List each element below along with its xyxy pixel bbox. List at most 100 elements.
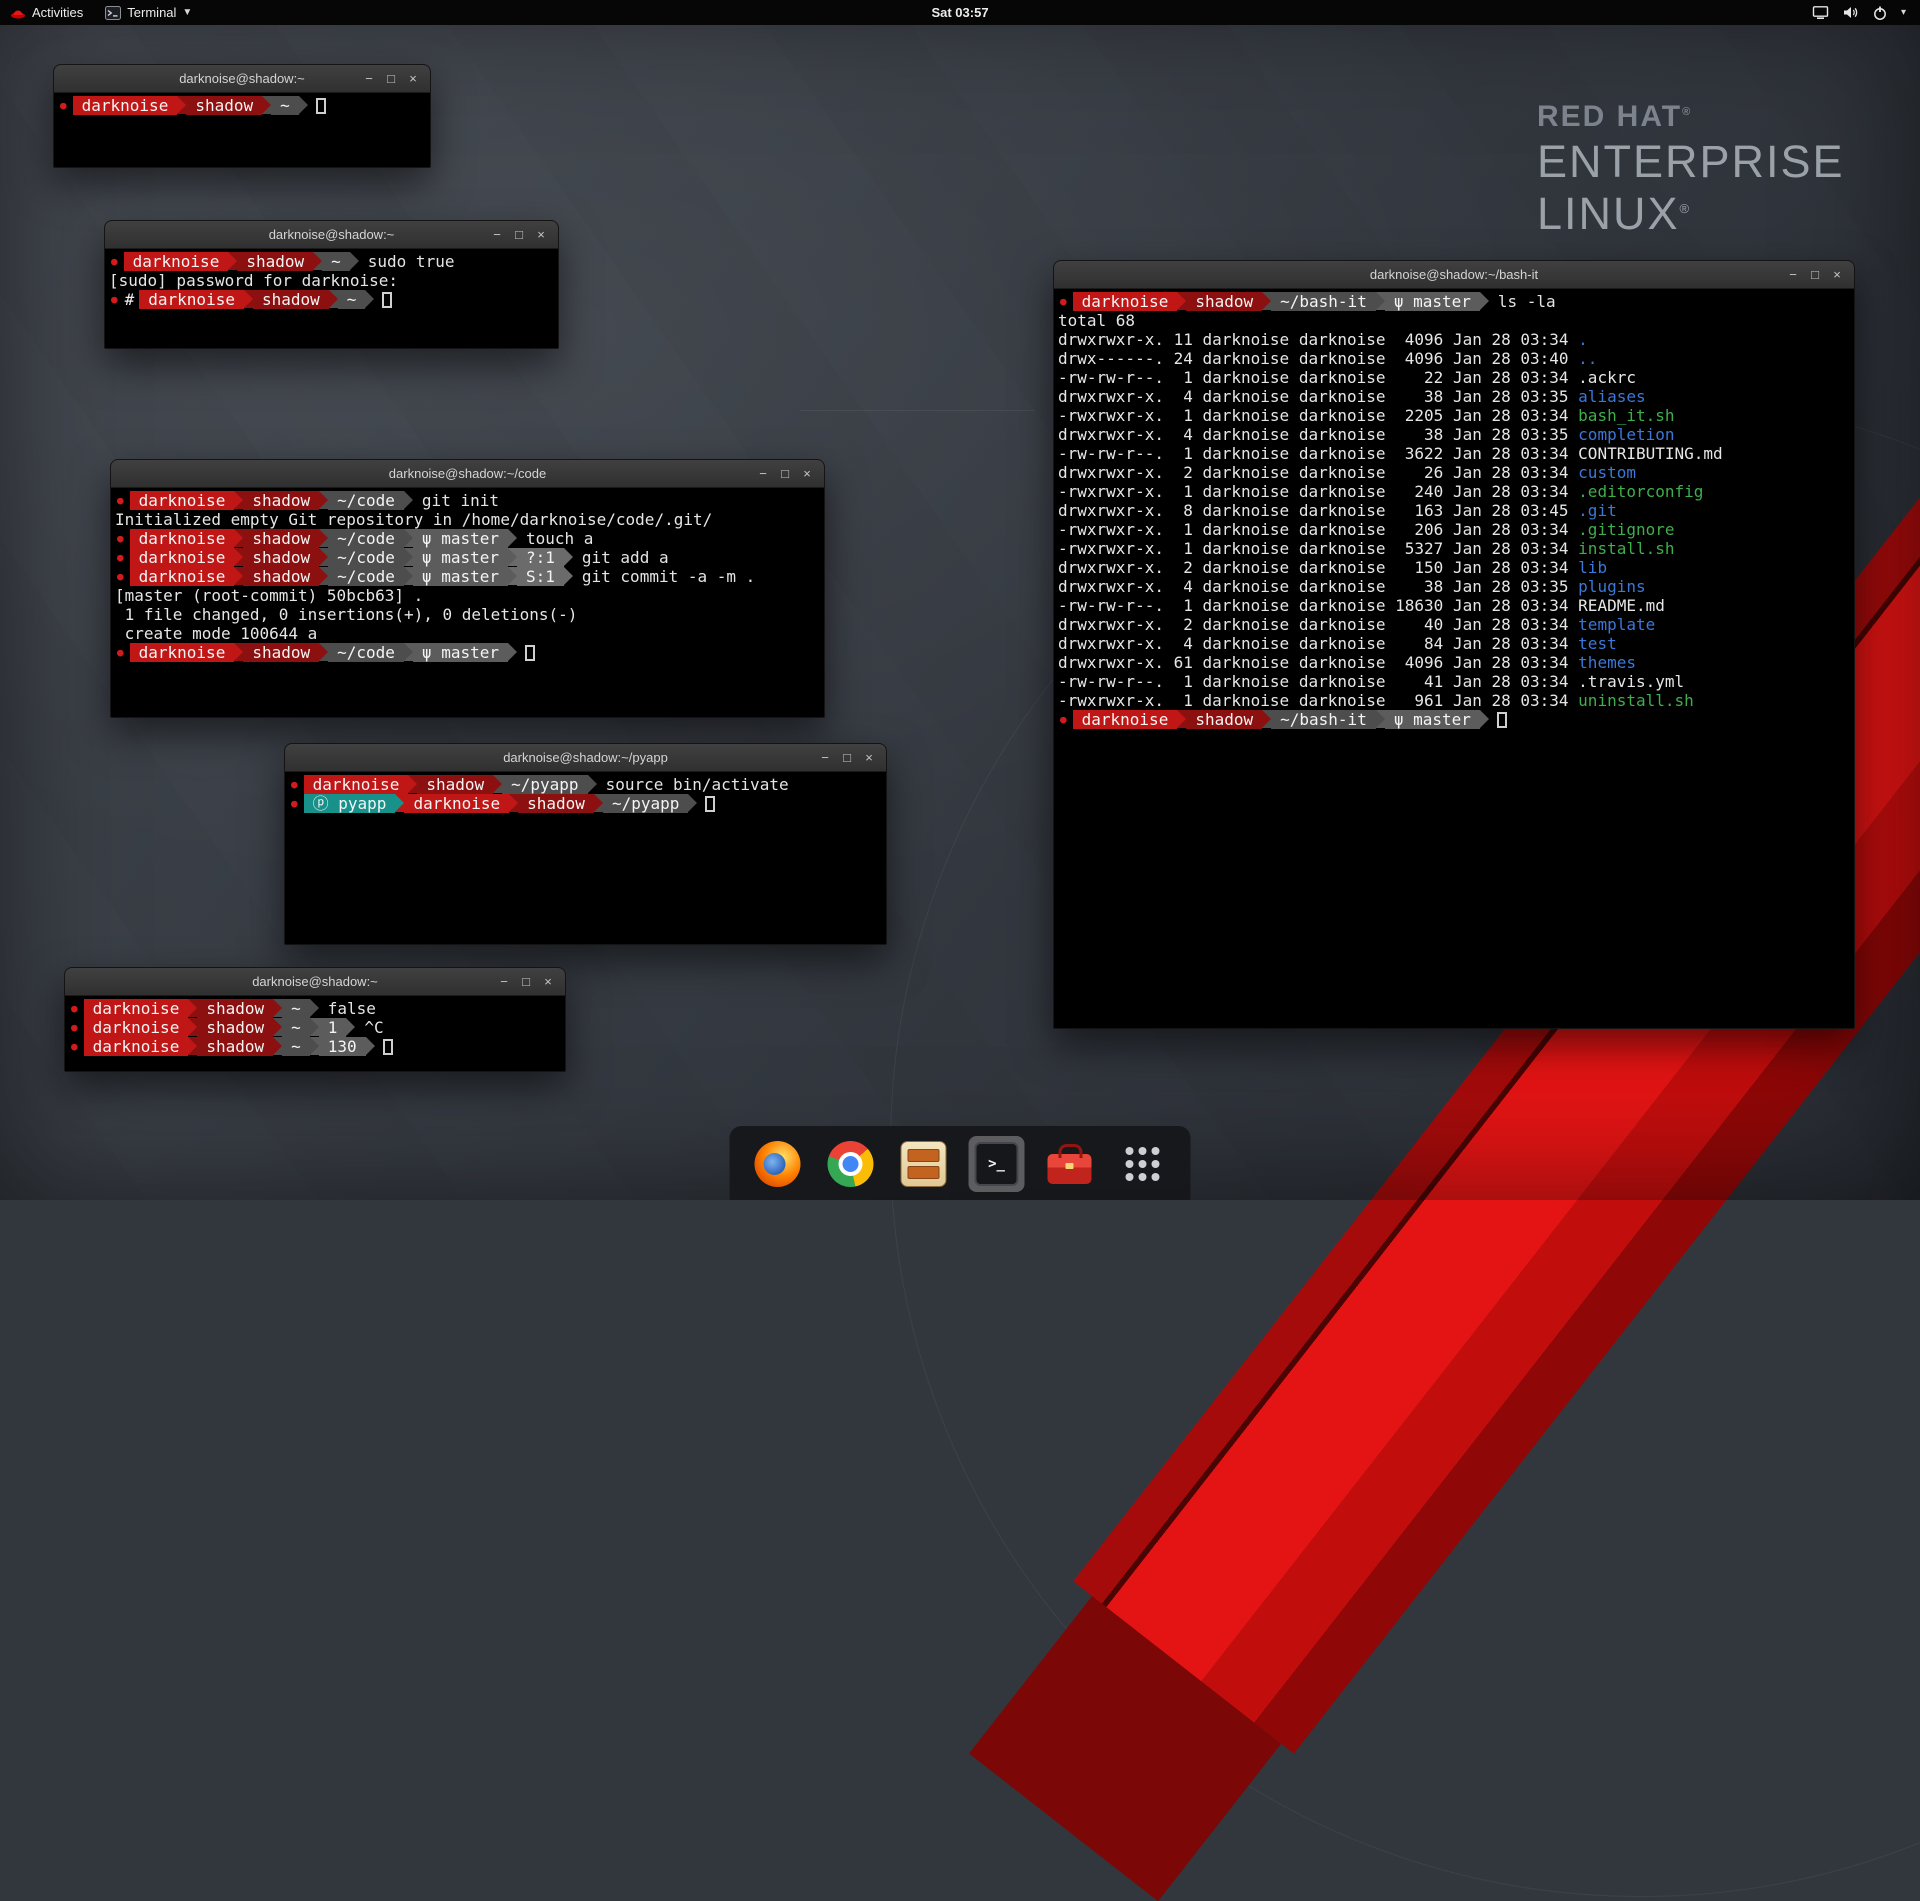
terminal-content[interactable]: ●darknoiseshadow~ (54, 93, 430, 167)
window-titlebar[interactable]: darknoise@shadow:~ −□× (105, 221, 558, 249)
powerline-separator (188, 1018, 197, 1036)
close-button[interactable]: × (538, 974, 558, 989)
dock-app-grid[interactable] (1115, 1136, 1171, 1192)
dock-chrome[interactable] (823, 1136, 879, 1192)
ls-meta: drwxrwxr-x. 4 darknoise darknoise 84 Jan… (1058, 634, 1578, 653)
terminal-content[interactable]: ●darknoiseshadow~false●darknoiseshadow~1… (65, 996, 565, 1071)
system-status-area[interactable]: ▾ (1812, 5, 1920, 21)
ls-filename: install.sh (1578, 539, 1674, 558)
terminal-window-sudo[interactable]: darknoise@shadow:~ −□× ●darknoiseshadow~… (104, 220, 559, 349)
prompt-line: ●darknoiseshadow~false (69, 999, 561, 1018)
ls-meta: drwxrwxr-x. 2 darknoise darknoise 40 Jan… (1058, 615, 1578, 634)
clock[interactable]: Sat 03:57 (931, 5, 988, 20)
maximize-button[interactable]: □ (509, 227, 529, 242)
powerline-separator (1177, 710, 1186, 728)
dock-toolbox[interactable] (1042, 1136, 1098, 1192)
close-button[interactable]: × (1827, 267, 1847, 282)
close-button[interactable]: × (797, 466, 817, 481)
prompt-segment-branch: ψ master (413, 567, 508, 586)
terminal-window-code[interactable]: darknoise@shadow:~/code −□× ●darknoisesh… (110, 459, 825, 718)
prompt-segment-branch: ψ master (413, 529, 508, 548)
prompt-segment-user: darknoise (139, 290, 244, 309)
prompt-redhat-icon: ● (289, 775, 304, 794)
prompt-redhat-icon: ● (289, 794, 304, 813)
terminal-icon: >_ (975, 1142, 1019, 1186)
terminal-window-home-1[interactable]: darknoise@shadow:~ −□× ●darknoiseshadow~ (53, 64, 431, 168)
window-titlebar[interactable]: darknoise@shadow:~ −□× (65, 968, 565, 996)
prompt-segment-path: ~ (282, 1037, 310, 1056)
terminal-window-bash-it[interactable]: darknoise@shadow:~/bash-it −□× ●darknois… (1053, 260, 1855, 1029)
command-text: ^C (355, 1018, 383, 1037)
close-button[interactable]: × (403, 71, 423, 86)
prompt-segment-user: darknoise (304, 775, 409, 794)
command-text: touch a (517, 529, 593, 548)
ls-filename: custom (1578, 463, 1636, 482)
prompt-redhat-icon: ● (109, 252, 124, 271)
maximize-button[interactable]: □ (775, 466, 795, 481)
terminal-window-pyapp[interactable]: darknoise@shadow:~/pyapp −□× ●darknoises… (284, 743, 887, 945)
ls-line: drwxrwxr-x. 8 darknoise darknoise 163 Ja… (1058, 501, 1850, 520)
prompt-segment-user: darknoise (130, 529, 235, 548)
prompt-segment-user: darknoise (130, 548, 235, 567)
ls-line: -rw-rw-r--. 1 darknoise darknoise 22 Jan… (1058, 368, 1850, 387)
minimize-button[interactable]: − (815, 750, 835, 765)
terminal-window-home-2[interactable]: darknoise@shadow:~ −□× ●darknoiseshadow~… (64, 967, 566, 1072)
ls-meta: -rw-rw-r--. 1 darknoise darknoise 3622 J… (1058, 444, 1578, 463)
prompt-segment-user: darknoise (84, 1018, 189, 1037)
powerline-separator (350, 252, 359, 270)
terminal-content[interactable]: ●darknoiseshadow~sudo true[sudo] passwor… (105, 249, 558, 348)
maximize-button[interactable]: □ (837, 750, 857, 765)
prompt-segment-path: ~ (282, 1018, 310, 1037)
ls-filename: .git (1578, 501, 1617, 520)
powerline-separator (508, 529, 517, 547)
maximize-button[interactable]: □ (381, 71, 401, 86)
ls-line: -rw-rw-r--. 1 darknoise darknoise 41 Jan… (1058, 672, 1850, 691)
window-titlebar[interactable]: darknoise@shadow:~/bash-it −□× (1054, 261, 1854, 289)
ls-filename: .. (1578, 349, 1597, 368)
powerline-separator (188, 1037, 197, 1055)
prompt-segment-user: darknoise (130, 643, 235, 662)
close-button[interactable]: × (531, 227, 551, 242)
chevron-down-icon: ▾ (1901, 7, 1906, 18)
minimize-button[interactable]: − (359, 71, 379, 86)
minimize-button[interactable]: − (494, 974, 514, 989)
maximize-button[interactable]: □ (516, 974, 536, 989)
prompt-segment-user: darknoise (84, 999, 189, 1018)
terminal-cursor (316, 98, 326, 114)
minimize-button[interactable]: − (753, 466, 773, 481)
ls-meta: drwxrwxr-x. 2 darknoise darknoise 26 Jan… (1058, 463, 1578, 482)
ls-line: -rwxrwxr-x. 1 darknoise darknoise 961 Ja… (1058, 691, 1850, 710)
powerline-separator (493, 775, 502, 793)
minimize-button[interactable]: − (487, 227, 507, 242)
prompt-segment-user: darknoise (1073, 292, 1178, 311)
window-titlebar[interactable]: darknoise@shadow:~/code −□× (111, 460, 824, 488)
prompt-segment-user: darknoise (124, 252, 229, 271)
powerline-separator (310, 1037, 319, 1055)
window-titlebar[interactable]: darknoise@shadow:~/pyapp −□× (285, 744, 886, 772)
window-titlebar[interactable]: darknoise@shadow:~ −□× (54, 65, 430, 93)
app-menu-label: Terminal (127, 5, 176, 20)
prompt-redhat-icon: ● (115, 643, 130, 662)
close-button[interactable]: × (859, 750, 879, 765)
activities-button[interactable]: Activities (10, 5, 83, 20)
prompt-line: ●#darknoiseshadow~ (109, 290, 554, 309)
maximize-button[interactable]: □ (1805, 267, 1825, 282)
terminal-content[interactable]: ●darknoiseshadow~/bash-itψ masterls -lat… (1054, 289, 1854, 1028)
minimize-button[interactable]: − (1783, 267, 1803, 282)
dock-firefox[interactable] (750, 1136, 806, 1192)
terminal-content[interactable]: ●darknoiseshadow~/pyappsource bin/activa… (285, 772, 886, 944)
ls-meta: drwxrwxr-x. 4 darknoise darknoise 38 Jan… (1058, 577, 1578, 596)
app-menu-terminal[interactable]: Terminal ▼ (105, 5, 192, 20)
terminal-content[interactable]: ●darknoiseshadow~/codegit initInitialize… (111, 488, 824, 717)
prompt-segment-host: shadow (197, 1018, 273, 1037)
ls-line: drwxrwxr-x. 4 darknoise darknoise 38 Jan… (1058, 425, 1850, 444)
powerline-separator (244, 290, 253, 308)
prompt-segment-host: shadow (237, 252, 313, 271)
prompt-line: ●darknoiseshadow~/codeψ master (115, 643, 820, 662)
prompt-line: ●darknoiseshadow~/codegit init (115, 491, 820, 510)
ls-filename: completion (1578, 425, 1674, 444)
redhat-icon (10, 6, 26, 20)
prompt-segment-branch: ψ master (1385, 710, 1480, 729)
dock-terminal[interactable]: >_ (969, 1136, 1025, 1192)
dock-files[interactable] (896, 1136, 952, 1192)
